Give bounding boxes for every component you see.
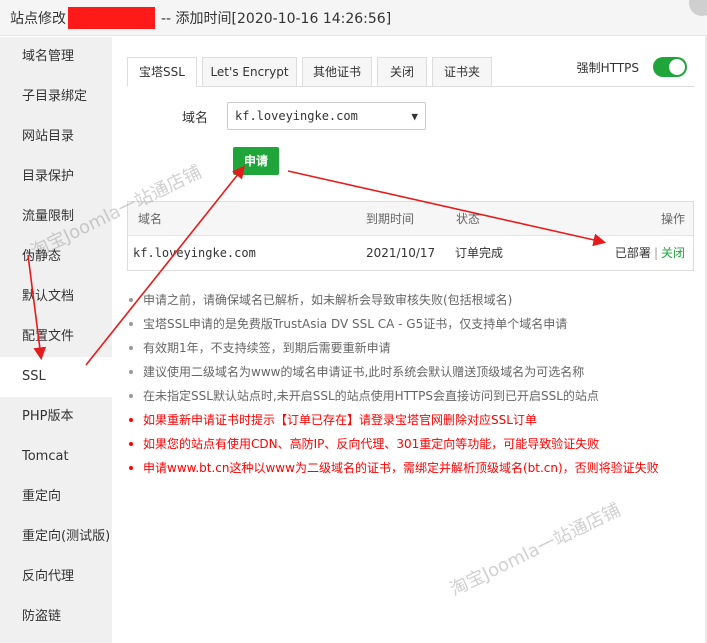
domain-select[interactable]: kf.loveyingke.com ▼ bbox=[227, 102, 426, 130]
help-notes: 申请之前，请确保域名已解析，如未解析会导致审核失败(包括根域名) 宝塔SSL申请… bbox=[127, 288, 697, 480]
dialog-title-bar: 站点修改 -- 添加时间[2020-10-16 14:26:56] bbox=[0, 0, 707, 36]
note-item: 申请之前，请确保域名已解析，如未解析会导致审核失败(包括根域名) bbox=[127, 288, 697, 312]
note-item-warning: 如果您的站点有使用CDN、高防IP、反向代理、301重定向等功能，可能导致验证失… bbox=[127, 432, 697, 456]
apply-button[interactable]: 申请 bbox=[233, 147, 279, 175]
sidebar-item-rewrite[interactable]: 伪静态 bbox=[0, 237, 112, 277]
force-https-label: 强制HTTPS bbox=[576, 60, 639, 75]
force-https-toggle[interactable] bbox=[653, 57, 687, 77]
note-item: 在未指定SSL默认站点时,未开启SSL的站点使用HTTPS会直接访问到已开启SS… bbox=[127, 384, 697, 408]
tab-close[interactable]: 关闭 bbox=[377, 57, 427, 87]
table-header: 域名 到期时间 状态 操作 bbox=[128, 202, 693, 236]
note-item: 建议使用二级域名为www的域名申请证书,此时系统会默认赠送顶级域名为可选名称 bbox=[127, 360, 697, 384]
col-action: 操作 bbox=[660, 212, 685, 226]
sidebar-item-redirect[interactable]: 重定向 bbox=[0, 477, 112, 517]
sidebar-item-hotlink-protect[interactable]: 防盗链 bbox=[0, 597, 112, 637]
sidebar: 域名管理 子目录绑定 网站目录 目录保护 流量限制 伪静态 默认文档 配置文件 … bbox=[0, 37, 112, 643]
sidebar-item-reverse-proxy[interactable]: 反向代理 bbox=[0, 557, 112, 597]
row-actions: 已部署 | 关闭 bbox=[615, 236, 685, 270]
sidebar-item-traffic-limit[interactable]: 流量限制 bbox=[0, 197, 112, 237]
cert-table: 域名 到期时间 状态 操作 kf.loveyingke.com 2021/10/… bbox=[127, 201, 694, 271]
sidebar-item-subdir-binding[interactable]: 子目录绑定 bbox=[0, 77, 112, 117]
row-status: 订单完成 bbox=[455, 246, 504, 260]
sidebar-item-default-doc[interactable]: 默认文档 bbox=[0, 277, 112, 317]
sidebar-item-dir-protect[interactable]: 目录保护 bbox=[0, 157, 112, 197]
deployed-label: 已部署 bbox=[614, 246, 651, 260]
chevron-down-icon: ▼ bbox=[411, 109, 418, 123]
row-domain: kf.loveyingke.com bbox=[133, 246, 256, 260]
sidebar-item-redirect-beta[interactable]: 重定向(测试版) bbox=[0, 517, 112, 557]
note-item: 宝塔SSL申请的是免费版TrustAsia DV SSL CA - G5证书，仅… bbox=[127, 312, 697, 336]
tab-cert-folder[interactable]: 证书夹 bbox=[432, 57, 492, 87]
domain-select-value: kf.loveyingke.com bbox=[235, 109, 358, 123]
dialog-title-suffix: -- 添加时间[2020-10-16 14:26:56] bbox=[161, 10, 392, 27]
action-separator: | bbox=[653, 246, 658, 260]
sidebar-item-config-file[interactable]: 配置文件 bbox=[0, 317, 112, 357]
close-ssl-link[interactable]: 关闭 bbox=[661, 246, 685, 260]
table-row: kf.loveyingke.com 2021/10/17 订单完成 已部署 | 关闭 bbox=[128, 236, 693, 270]
sidebar-item-domain[interactable]: 域名管理 bbox=[0, 37, 112, 77]
domain-label: 域名 bbox=[182, 110, 209, 126]
note-item: 有效期1年，不支持续签，到期后需要重新申请 bbox=[127, 336, 697, 360]
note-item-warning: 申请www.bt.cn这种以www为二级域名的证书，需绑定并解析顶级域名(bt.… bbox=[127, 456, 697, 480]
force-https: 强制HTTPS bbox=[577, 57, 687, 77]
redacted-site-name bbox=[68, 6, 155, 29]
domain-row: 域名 kf.loveyingke.com ▼ bbox=[182, 101, 426, 131]
ssl-panel: 宝塔SSL Let's Encrypt 其他证书 关闭 证书夹 强制HTTPS … bbox=[112, 37, 707, 643]
tab-lets-encrypt[interactable]: Let's Encrypt bbox=[202, 57, 297, 87]
row-expire: 2021/10/17 bbox=[366, 246, 436, 260]
note-item-warning: 如果重新申请证书时提示【订单已存在】请登录宝塔官网删除对应SSL订单 bbox=[127, 408, 697, 432]
tab-other-cert[interactable]: 其他证书 bbox=[302, 57, 372, 87]
col-status: 状态 bbox=[456, 212, 481, 226]
toggle-knob bbox=[669, 59, 685, 75]
col-expire: 到期时间 bbox=[366, 212, 415, 226]
sidebar-item-tomcat[interactable]: Tomcat bbox=[0, 437, 112, 477]
sidebar-item-site-dir[interactable]: 网站目录 bbox=[0, 117, 112, 157]
dialog-title-prefix: 站点修改 bbox=[10, 10, 66, 27]
sidebar-item-php-version[interactable]: PHP版本 bbox=[0, 397, 112, 437]
tab-bt-ssl[interactable]: 宝塔SSL bbox=[127, 57, 197, 87]
col-domain: 域名 bbox=[138, 212, 163, 226]
sidebar-item-ssl[interactable]: SSL bbox=[0, 357, 112, 397]
